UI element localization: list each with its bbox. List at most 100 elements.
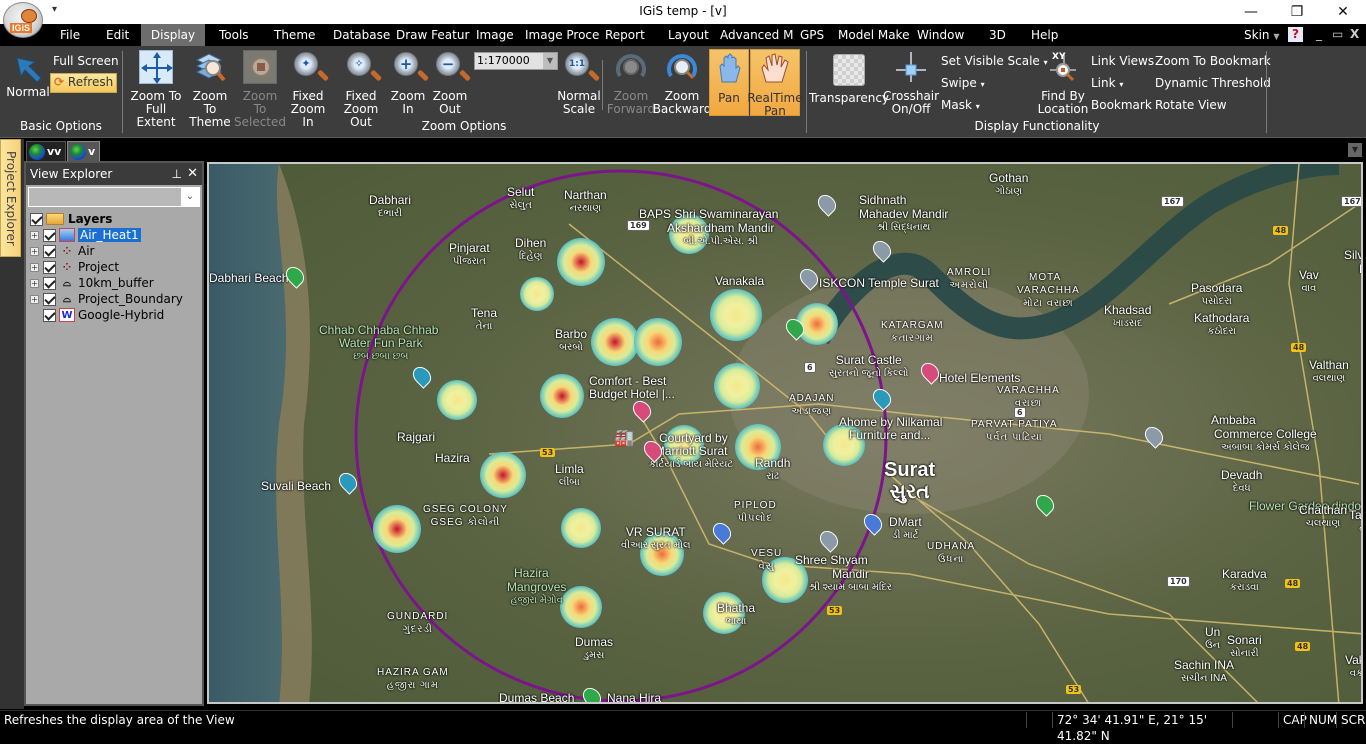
layer-row[interactable]: + ⌓ 10km_buffer	[30, 275, 202, 291]
bookmark-button[interactable]: Bookmark	[1091, 98, 1152, 112]
zoom-to-theme-button[interactable]: Zoom To Theme	[186, 50, 234, 129]
realtime-pan-button[interactable]: RealTime Pan	[747, 49, 803, 118]
menu-image[interactable]: Image	[468, 24, 522, 46]
menu-help[interactable]: Help	[1023, 24, 1066, 46]
heatmap-hotspot	[561, 508, 601, 548]
place-name: ISKCON Temple Surat	[819, 276, 939, 290]
layer-checkbox[interactable]	[43, 244, 56, 258]
close-icon[interactable]: ✕	[187, 163, 198, 185]
layer-name[interactable]: Google-Hybrid	[78, 308, 164, 322]
transparency-button[interactable]: Transparency	[809, 50, 889, 105]
mask-dropdown[interactable]: Mask ▾	[941, 98, 980, 112]
dynamic-threshold-button[interactable]: Dynamic Threshold	[1155, 76, 1271, 90]
zoom-forward-button[interactable]: Zoom Forward	[607, 50, 655, 116]
link-dropdown[interactable]: Link ▾	[1091, 76, 1123, 90]
zoom-backward-button[interactable]: Zoom Backward	[653, 50, 711, 116]
place-name: Mangroves	[507, 580, 567, 594]
menu-draw-features[interactable]: Draw Featur	[388, 24, 477, 46]
layer-name[interactable]: Air	[78, 244, 94, 258]
menu-display[interactable]: Display	[141, 24, 205, 46]
layer-row[interactable]: + Air_Heat1	[30, 227, 202, 243]
menu-gps[interactable]: GPS	[792, 24, 832, 46]
normal-button[interactable]: Normal	[6, 54, 50, 99]
menu-3d[interactable]: 3D	[981, 24, 1014, 46]
close-button[interactable]: ✕	[1320, 0, 1366, 24]
layer-checkbox[interactable]	[43, 260, 56, 274]
expand-icon[interactable]: +	[30, 262, 39, 272]
menu-model-maker[interactable]: Model Make	[830, 24, 917, 46]
minimize-button[interactable]: —	[1228, 0, 1274, 24]
mdi-restore-button[interactable]: ▭	[1332, 27, 1343, 41]
layer-checkbox[interactable]	[43, 308, 56, 322]
refresh-button[interactable]: ⟳ Refresh	[50, 73, 118, 93]
tab-list-dropdown[interactable]: ▼	[1348, 143, 1362, 157]
help-button[interactable]: ?	[1288, 27, 1303, 42]
group-label-zoom-options: Zoom Options	[421, 119, 507, 133]
expand-icon[interactable]: +	[30, 294, 39, 304]
mdi-minimize-button[interactable]: _	[1316, 27, 1322, 41]
set-visible-scale-dropdown[interactable]: Set Visible Scale ▾	[941, 54, 1048, 68]
app-logo-button[interactable]: IGiS	[3, 2, 43, 38]
zoom-to-selected-button[interactable]: Zoom To Selected	[234, 50, 286, 129]
layer-name[interactable]: Air_Heat1	[78, 228, 141, 242]
place-name: AMROLI	[947, 267, 992, 278]
menu-theme[interactable]: Theme	[266, 24, 323, 46]
menu-edit[interactable]: Edit	[98, 24, 137, 46]
expand-icon[interactable]: +	[30, 246, 39, 256]
menu-tools[interactable]: Tools	[211, 24, 257, 46]
pin-icon[interactable]: ⊥	[172, 163, 182, 185]
zoom-out-button[interactable]: − Zoom Out	[432, 50, 468, 116]
restore-button[interactable]: ❐	[1274, 0, 1320, 24]
chevron-down-icon[interactable]: ⌄	[181, 188, 199, 206]
place-name: Suvali Beach	[261, 479, 332, 493]
layer-row[interactable]: W Google-Hybrid	[30, 307, 202, 323]
scale-combo[interactable]: 1:170000 ▼	[474, 52, 558, 70]
zoom-to-bookmark-button[interactable]: Zoom To Bookmark	[1155, 54, 1271, 68]
mdi-close-button[interactable]: X	[1350, 27, 1359, 41]
menu-layout[interactable]: Layout	[660, 24, 717, 46]
doc-tab-vv[interactable]: vv	[26, 141, 67, 161]
doc-tab-v[interactable]: v	[67, 141, 101, 161]
layer-name[interactable]: 10km_buffer	[78, 276, 154, 290]
swipe-dropdown[interactable]: Swipe ▾	[941, 76, 985, 90]
place-name-local: કતારગામ	[890, 333, 934, 344]
fixed-zoom-in-button[interactable]: ✦ Fixed Zoom In	[285, 50, 331, 129]
normal-scale-button[interactable]: 1:1 Normal Scale	[557, 50, 601, 116]
layer-checkbox[interactable]	[43, 276, 56, 290]
expand-icon[interactable]: +	[30, 230, 39, 240]
menu-file[interactable]: File	[52, 24, 88, 46]
layer-row[interactable]: + ⌓ Project_Boundary	[30, 291, 202, 307]
tree-root-layers[interactable]: Layers	[30, 211, 202, 227]
chevron-down-icon[interactable]: ▼	[543, 53, 557, 69]
full-screen-button[interactable]: Full Screen	[53, 54, 119, 68]
find-by-location-button[interactable]: XY Find By Location	[1038, 50, 1089, 116]
project-explorer-tab[interactable]: Project Explorer	[0, 139, 21, 257]
rotate-view-button[interactable]: Rotate View	[1155, 98, 1227, 112]
layer-name[interactable]: Project	[78, 260, 119, 274]
expand-icon[interactable]: +	[30, 278, 39, 288]
fixed-zoom-out-button[interactable]: ✧ Fixed Zoom Out	[335, 50, 387, 129]
zoom-in-button[interactable]: + Zoom In	[390, 50, 426, 116]
menu-window[interactable]: Window	[909, 24, 972, 46]
layer-checkbox[interactable]	[43, 228, 56, 242]
map-canvas[interactable]: Dabhari દભારી Selut સેલુત Narthan નરથાણ BAPS S…	[207, 162, 1363, 704]
factory-project-icon[interactable]: 🏭	[614, 428, 634, 447]
menu-report[interactable]: Report	[597, 24, 653, 46]
place-name-local: વાવ	[1301, 283, 1317, 294]
menu-image-processing[interactable]: Image Proce	[517, 24, 607, 46]
crosshair-button[interactable]: Crosshair On/Off	[883, 50, 939, 116]
layer-name[interactable]: Project_Boundary	[78, 292, 183, 306]
layer-row[interactable]: + ⁘ Project	[30, 259, 202, 275]
place-name: Selut	[507, 185, 535, 199]
map-place-label: VR SURAT વીઆર સુરત મોલ	[621, 526, 691, 552]
zoom-full-extent-button[interactable]: Zoom To Full Extent	[128, 50, 184, 129]
menu-advanced[interactable]: Advanced M	[712, 24, 801, 46]
layers-checkbox[interactable]	[30, 212, 43, 226]
place-name-local: સચીન INA	[1181, 673, 1227, 684]
layer-checkbox[interactable]	[43, 292, 56, 306]
skin-dropdown[interactable]: Skin ▼	[1244, 28, 1280, 42]
layer-row[interactable]: + ⁘ Air	[30, 243, 202, 259]
view-explorer-combo[interactable]: ⌄	[28, 187, 200, 207]
link-views-button[interactable]: Link Views	[1091, 54, 1154, 68]
pan-button[interactable]: Pan	[709, 49, 749, 116]
